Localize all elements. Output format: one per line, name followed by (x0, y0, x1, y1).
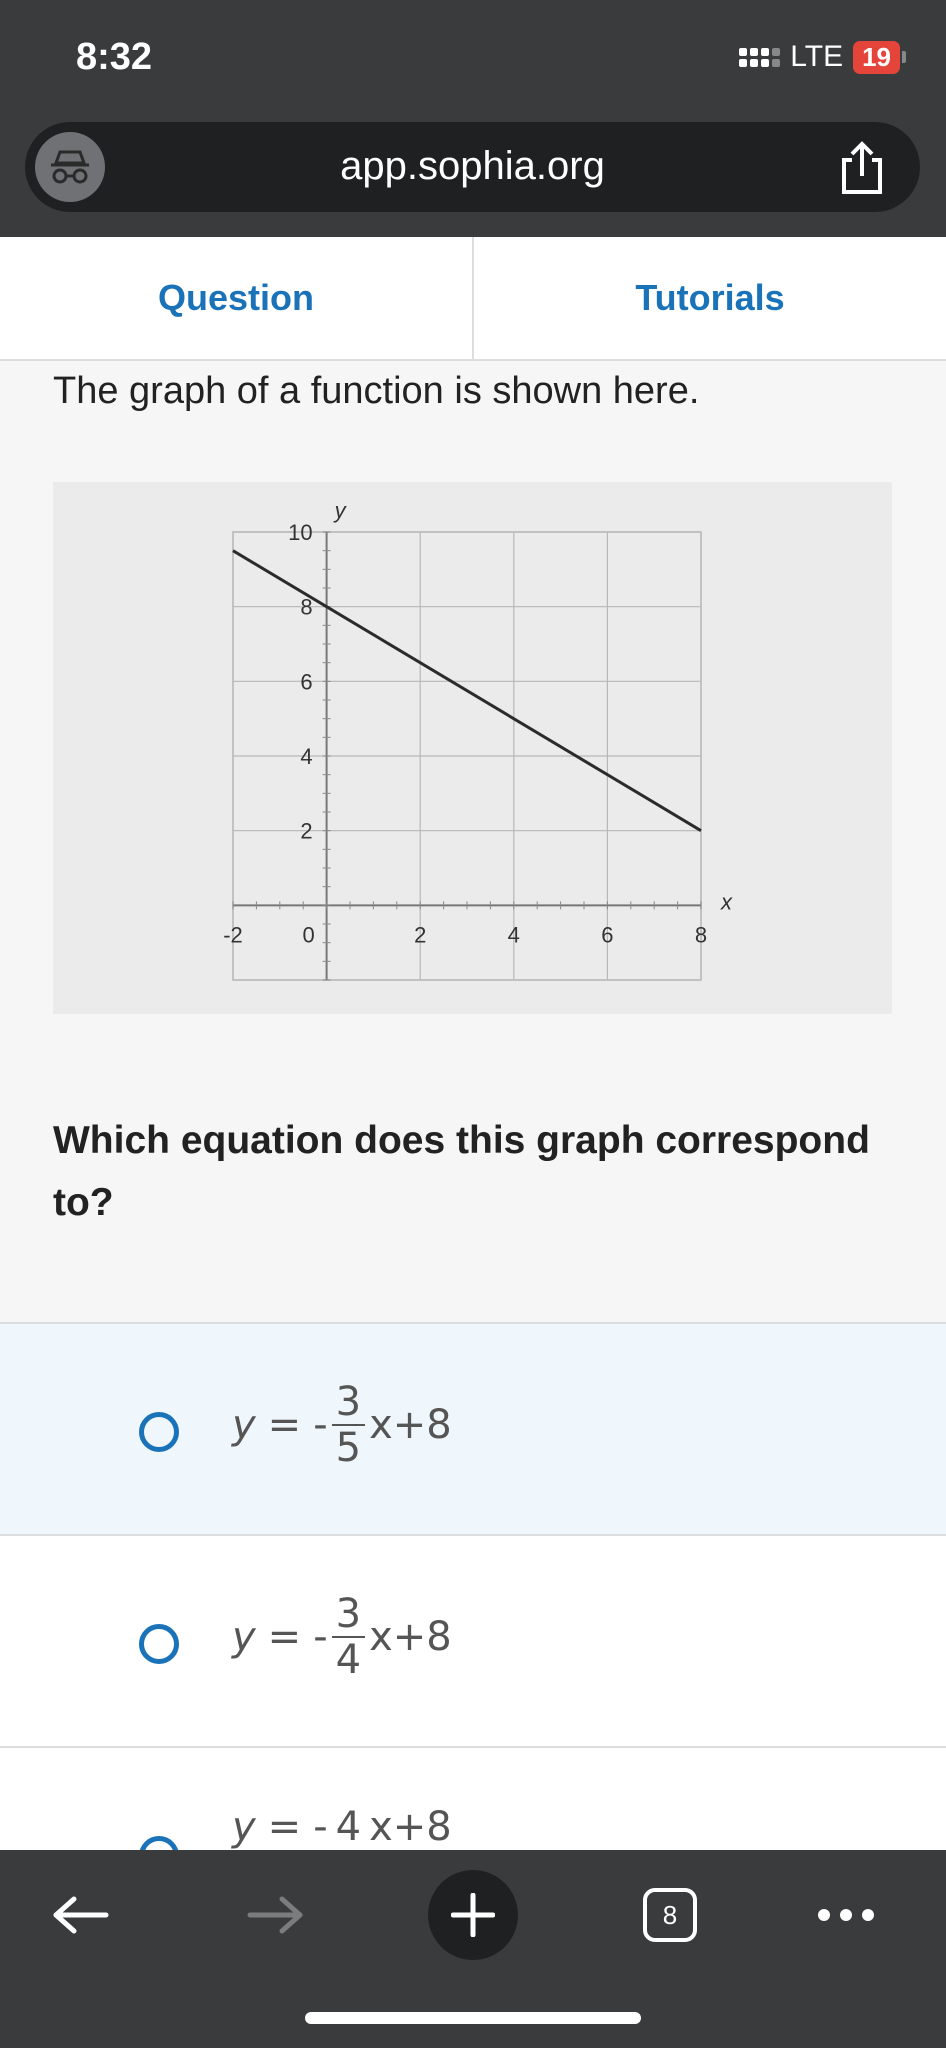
eq-denominator: 4 (335, 1637, 362, 1683)
plus-icon (451, 1893, 495, 1937)
graph-svg: -2 0 2 4 6 8246810xy (223, 498, 733, 981)
eq-numerator: 3 (331, 1380, 366, 1426)
function-graph: -2 0 2 4 6 8 2 4 6 8 10 x y (53, 482, 892, 1014)
radio-button[interactable] (139, 1624, 179, 1664)
y-tick-label: 2 (300, 819, 312, 844)
address-bar[interactable]: app.sophia.org (25, 122, 920, 212)
eq-fraction: 3 5 (331, 1380, 366, 1471)
tab-count: 8 (643, 1888, 697, 1942)
question-intro: The graph of a function is shown here. (53, 370, 700, 412)
tab-question[interactable]: Question (0, 237, 472, 359)
back-arrow-icon[interactable] (48, 1880, 112, 1950)
status-indicators: LTE 19 (739, 40, 906, 74)
y-tick-label: 6 (300, 669, 312, 694)
eq-sign: - (313, 1614, 328, 1660)
equation: y = - 4 x+8 (232, 1804, 452, 1850)
url-text[interactable]: app.sophia.org (25, 144, 920, 189)
eq-fraction: 4 (332, 1805, 365, 1849)
x-tick-label: 8 (695, 922, 707, 947)
x-tick-label: 0 (302, 922, 314, 947)
eq-rest: x+8 (369, 1614, 452, 1660)
more-icon[interactable] (816, 1880, 876, 1950)
eq-fraction: 3 4 (331, 1592, 366, 1683)
share-icon[interactable] (836, 140, 888, 196)
answer-option-1[interactable]: y = - 3 5 x+8 (0, 1322, 946, 1534)
new-tab-button[interactable] (428, 1870, 518, 1960)
browser-chrome: 8:32 LTE 19 app.sophia.org (0, 0, 946, 237)
radio-button[interactable] (139, 1412, 179, 1452)
tabs-button[interactable]: 8 (640, 1880, 700, 1950)
eq-denominator: 5 (335, 1425, 362, 1471)
eq-rest: x+8 (369, 1804, 452, 1850)
eq-numerator: 3 (331, 1592, 366, 1638)
x-tick-label: -2 (223, 922, 243, 947)
signal-icon (739, 47, 781, 67)
home-indicator (305, 2012, 641, 2024)
question-prompt: Which equation does this graph correspon… (53, 1119, 870, 1224)
x-axis-label: x (720, 889, 733, 914)
eq-lhs: y (232, 1614, 256, 1660)
eq-equals: = (267, 1402, 302, 1448)
battery-nub (902, 51, 906, 63)
x-tick-label: 2 (414, 922, 426, 947)
question-tabs: Question Tutorials (0, 237, 946, 361)
x-tick-label: 4 (508, 922, 520, 947)
answer-option-2[interactable]: y = - 3 4 x+8 (0, 1534, 946, 1746)
forward-arrow-icon[interactable] (244, 1880, 308, 1950)
y-tick-label: 10 (288, 520, 312, 545)
battery-icon: 19 (853, 40, 900, 74)
eq-sign: - (313, 1402, 328, 1448)
network-label: LTE (790, 40, 844, 73)
tab-tutorials[interactable]: Tutorials (472, 237, 946, 359)
eq-sign: - (313, 1804, 328, 1850)
y-axis-label: y (333, 498, 348, 523)
eq-numerator: 4 (335, 1804, 362, 1850)
eq-equals: = (267, 1614, 302, 1660)
y-tick-label: 4 (300, 744, 312, 769)
eq-equals: = (267, 1804, 302, 1850)
eq-lhs: y (232, 1402, 256, 1448)
status-time: 8:32 (76, 36, 153, 78)
equation: y = - 3 5 x+8 (232, 1380, 452, 1470)
x-tick-label: 6 (601, 922, 613, 947)
eq-rest: x+8 (369, 1402, 452, 1448)
equation: y = - 3 4 x+8 (232, 1592, 452, 1682)
eq-lhs: y (232, 1804, 256, 1850)
